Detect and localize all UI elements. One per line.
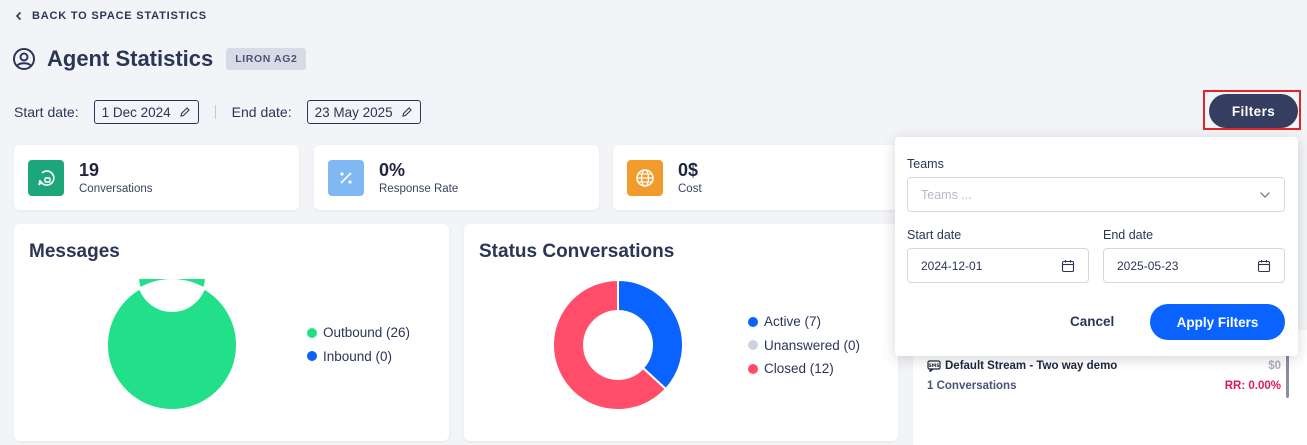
calendar-icon[interactable] bbox=[1061, 259, 1075, 273]
teams-select[interactable]: Teams ... bbox=[907, 177, 1285, 212]
legend-label: Active (7) bbox=[764, 314, 822, 330]
filters-highlight-box bbox=[1203, 90, 1301, 130]
end-date-chip[interactable]: 23 May 2025 bbox=[306, 100, 421, 124]
legend-dot bbox=[748, 340, 758, 351]
stream-row[interactable]: SMS Default Stream - Two way demo $0 1 C… bbox=[927, 360, 1281, 392]
stat-label: Response Rate bbox=[379, 183, 459, 195]
legend-dot bbox=[748, 316, 758, 327]
legend-label: Unanswered (0) bbox=[764, 337, 861, 353]
stat-label: Cost bbox=[678, 183, 702, 195]
scrollbar[interactable] bbox=[1286, 352, 1289, 398]
pencil-icon bbox=[401, 107, 412, 117]
stat-card-cost: 0$ Cost bbox=[613, 145, 898, 210]
end-date-label: End date: bbox=[231, 104, 292, 120]
chat-refresh-icon bbox=[28, 159, 64, 196]
messages-donut-chart bbox=[106, 279, 238, 411]
legend-label: Outbound (26) bbox=[323, 325, 411, 341]
legend-item-active[interactable]: Active (7) bbox=[748, 310, 860, 334]
status-legend: Active (7) Unanswered (0) Closed (12) bbox=[748, 310, 860, 381]
end-date-input[interactable]: 2025-05-23 bbox=[1103, 248, 1285, 283]
legend-dot bbox=[307, 327, 317, 338]
donut-slice-active[interactable] bbox=[617, 279, 684, 391]
pencil-icon bbox=[179, 107, 190, 117]
legend-item-outbound[interactable]: Outbound (26) bbox=[307, 321, 410, 345]
messages-panel: Messages Outbound (26) Inbound (0) bbox=[14, 224, 449, 441]
sms-icon: SMS bbox=[927, 360, 941, 372]
legend-label: Inbound (0) bbox=[323, 348, 393, 364]
popover-end-date-label: End date bbox=[1103, 228, 1154, 242]
status-donut-chart bbox=[552, 279, 684, 411]
stat-card-conversations: 19 Conversations bbox=[14, 145, 299, 210]
back-link-label: BACK TO SPACE STATISTICS bbox=[32, 10, 207, 22]
end-date-input-value: 2025-05-23 bbox=[1117, 258, 1179, 273]
status-panel: Status Conversations Active (7) Unanswere… bbox=[464, 224, 898, 441]
page-header: Agent Statistics LIRON AG2 bbox=[12, 46, 307, 72]
legend-item-inbound[interactable]: Inbound (0) bbox=[307, 345, 410, 369]
legend-item-closed[interactable]: Closed (12) bbox=[748, 357, 860, 381]
date-separator bbox=[214, 105, 216, 119]
back-to-space-statistics-link[interactable]: BACK TO SPACE STATISTICS bbox=[14, 10, 207, 22]
chevron-left-icon bbox=[15, 11, 22, 21]
teams-label: Teams bbox=[907, 157, 944, 171]
start-date-label: Start date: bbox=[14, 104, 79, 120]
filter-popover: Teams Teams ... Start date End date 2024… bbox=[895, 137, 1298, 356]
legend-dot bbox=[307, 351, 317, 362]
stream-cost: $0 bbox=[1268, 360, 1281, 372]
messages-panel-title: Messages bbox=[29, 241, 120, 262]
donut-slice-outbound[interactable] bbox=[106, 279, 238, 411]
date-range-row: Start date: 1 Dec 2024 End date: 23 May … bbox=[14, 100, 421, 124]
start-date-chip[interactable]: 1 Dec 2024 bbox=[93, 100, 199, 124]
stream-name: SMS Default Stream - Two way demo bbox=[927, 360, 1281, 372]
legend-dot bbox=[748, 363, 758, 374]
stat-value: 0$ bbox=[678, 160, 699, 180]
legend-item-unanswered[interactable]: Unanswered (0) bbox=[748, 334, 860, 358]
page-title: Agent Statistics bbox=[47, 46, 214, 71]
stat-card-response-rate: 0% Response Rate bbox=[314, 145, 599, 210]
start-date-input-value: 2024-12-01 bbox=[921, 258, 983, 273]
apply-filters-button[interactable]: Apply Filters bbox=[1150, 304, 1285, 340]
stat-value: 0% bbox=[379, 160, 406, 180]
start-date-input[interactable]: 2024-12-01 bbox=[907, 248, 1089, 283]
stat-label: Conversations bbox=[79, 183, 153, 195]
end-date-value: 23 May 2025 bbox=[314, 104, 393, 120]
agent-badge: LIRON AG2 bbox=[226, 48, 307, 70]
stream-response-rate: RR: 0.00% bbox=[1224, 380, 1281, 392]
globe-icon bbox=[627, 159, 663, 196]
stat-value: 19 bbox=[79, 160, 100, 180]
chevron-down-icon bbox=[1260, 191, 1270, 198]
percent-icon bbox=[328, 159, 364, 196]
cancel-button[interactable]: Cancel bbox=[1070, 314, 1114, 329]
teams-placeholder: Teams ... bbox=[921, 187, 972, 202]
status-panel-title: Status Conversations bbox=[479, 241, 675, 262]
messages-legend: Outbound (26) Inbound (0) bbox=[307, 321, 410, 368]
start-date-value: 1 Dec 2024 bbox=[101, 104, 171, 120]
stream-name-label: Default Stream - Two way demo bbox=[945, 360, 1118, 372]
legend-label: Closed (12) bbox=[764, 361, 834, 377]
calendar-icon[interactable] bbox=[1257, 259, 1271, 273]
user-circle-icon bbox=[13, 48, 35, 70]
svg-text:SMS: SMS bbox=[929, 363, 940, 369]
popover-start-date-label: Start date bbox=[907, 228, 962, 242]
